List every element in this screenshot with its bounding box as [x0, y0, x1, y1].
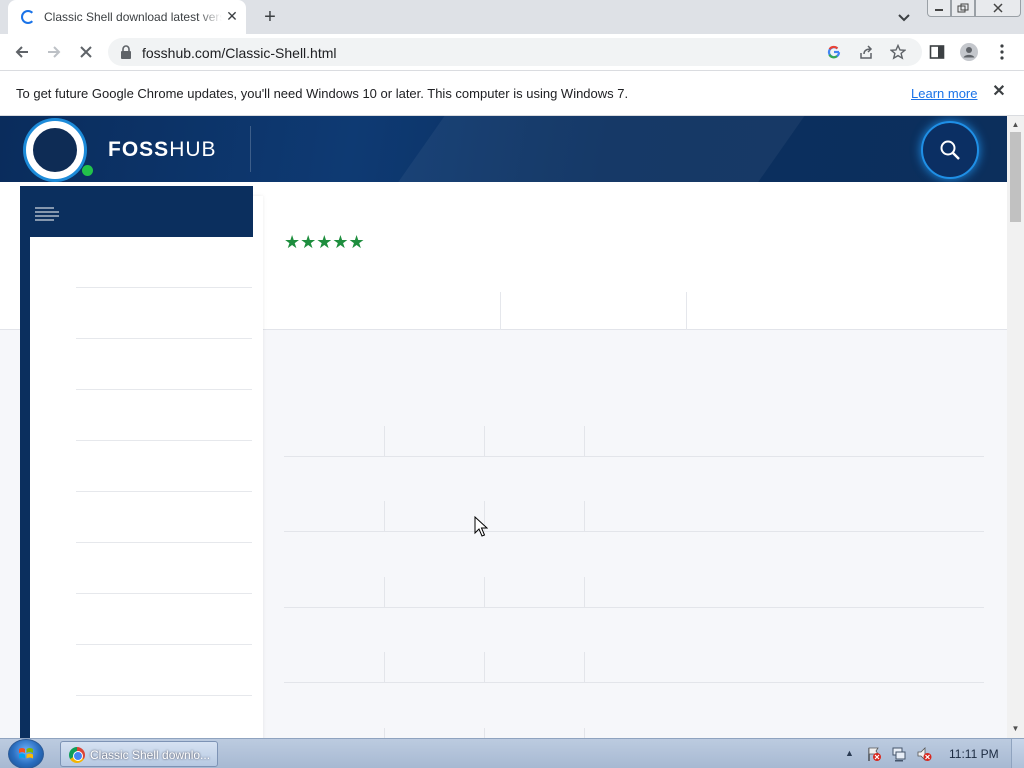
show-hidden-icons-icon[interactable]: ▲ — [845, 748, 854, 758]
tab-search-button[interactable] — [895, 8, 913, 26]
system-clock[interactable]: 11:11 PM — [949, 747, 999, 761]
table-column-divider — [584, 426, 585, 456]
table-column-divider — [384, 426, 385, 456]
table-column-divider — [484, 577, 485, 607]
address-bar[interactable]: fosshub.com/Classic-Shell.html — [108, 38, 922, 66]
browser-tab[interactable]: Classic Shell download latest version ✕ — [8, 0, 246, 34]
share-icon[interactable] — [858, 44, 874, 60]
taskbar-window-label: Classic Shell downlo... — [90, 748, 211, 762]
mouse-cursor-icon — [474, 516, 488, 537]
brand-bold: FOSS — [108, 138, 170, 161]
menu-item[interactable] — [76, 287, 252, 288]
profile-avatar-icon[interactable] — [960, 43, 978, 61]
menu-item[interactable] — [76, 389, 252, 390]
table-column-divider — [484, 652, 485, 682]
stop-loading-button[interactable] — [74, 40, 98, 64]
infobar-message: To get future Google Chrome updates, you… — [16, 86, 629, 101]
menu-item[interactable] — [76, 695, 252, 696]
table-column-divider — [484, 426, 485, 456]
window-controls — [927, 0, 1021, 18]
forward-button[interactable] — [42, 40, 66, 64]
side-menu-list — [30, 237, 253, 738]
site-search-button[interactable] — [921, 121, 979, 179]
side-panel-icon[interactable] — [928, 43, 946, 61]
table-column-divider — [384, 728, 385, 738]
table-column-divider — [584, 728, 585, 738]
site-brand[interactable]: FOSSHUB — [108, 138, 217, 162]
action-center-flag-icon[interactable] — [866, 746, 882, 762]
menu-kebab-icon[interactable] — [993, 43, 1011, 61]
menu-item[interactable] — [76, 338, 252, 339]
table-column-divider — [484, 728, 485, 738]
back-button[interactable] — [10, 40, 34, 64]
windows-logo-icon — [19, 748, 33, 759]
minimize-button[interactable] — [927, 0, 951, 17]
tab-strip: Classic Shell download latest version ✕ … — [0, 0, 1024, 34]
table-column-divider — [384, 652, 385, 682]
new-tab-button[interactable]: + — [258, 5, 282, 29]
logo-status-dot — [82, 165, 93, 176]
page-scrollbar[interactable]: ▲ ▼ — [1007, 116, 1024, 738]
tab-title: Classic Shell download latest version — [44, 10, 222, 24]
hamburger-menu-icon[interactable] — [34, 204, 60, 222]
scrollbar-thumb[interactable] — [1010, 132, 1021, 222]
summary-divider — [500, 292, 501, 330]
url-text[interactable]: fosshub.com/Classic-Shell.html — [142, 45, 337, 61]
loading-spinner-icon — [21, 10, 35, 24]
close-window-button[interactable] — [975, 0, 1021, 17]
chrome-icon — [69, 747, 85, 763]
network-icon[interactable] — [891, 746, 907, 762]
tab-close-icon[interactable]: ✕ — [224, 8, 240, 24]
restore-button[interactable] — [951, 0, 975, 17]
table-row — [284, 531, 984, 532]
menu-item[interactable] — [76, 440, 252, 441]
scroll-down-arrow-icon[interactable]: ▼ — [1011, 724, 1020, 733]
start-button[interactable] — [8, 739, 44, 768]
table-column-divider — [584, 652, 585, 682]
table-row — [284, 682, 984, 683]
site-header: FOSSHUB — [0, 116, 1007, 182]
learn-more-link[interactable]: Learn more — [911, 86, 977, 101]
header-decoration — [381, 116, 819, 182]
menu-item[interactable] — [76, 542, 252, 543]
bookmark-star-icon[interactable] — [890, 44, 906, 60]
infobar-close-icon[interactable]: ✕ — [991, 84, 1007, 100]
menu-item[interactable] — [76, 491, 252, 492]
rating-stars: ★★★★★ — [284, 232, 365, 252]
table-column-divider — [384, 501, 385, 531]
lock-icon[interactable] — [120, 45, 132, 59]
table-column-divider — [584, 501, 585, 531]
page-viewport: FOSSHUB ★★★★★ ▲ ▼ — [0, 116, 1024, 738]
table-column-divider — [584, 577, 585, 607]
google-translate-icon[interactable] — [826, 44, 842, 60]
volume-muted-icon[interactable] — [916, 746, 932, 762]
table-row — [284, 456, 984, 457]
table-row — [284, 607, 984, 608]
menu-item[interactable] — [76, 593, 252, 594]
fosshub-logo-icon[interactable] — [26, 121, 84, 179]
windows-taskbar: Classic Shell downlo... ▲ 11:11 PM — [0, 738, 1024, 768]
browser-toolbar: fosshub.com/Classic-Shell.html — [0, 34, 1024, 70]
chrome-update-infobar: To get future Google Chrome updates, you… — [0, 70, 1024, 116]
taskbar-chrome-window[interactable]: Classic Shell downlo... — [60, 741, 218, 767]
scroll-up-arrow-icon[interactable]: ▲ — [1011, 120, 1020, 129]
search-icon — [940, 140, 960, 160]
summary-divider — [686, 292, 687, 330]
table-column-divider — [384, 577, 385, 607]
brand-thin: HUB — [169, 138, 217, 161]
header-divider — [250, 126, 251, 172]
show-desktop-button[interactable] — [1011, 739, 1024, 768]
menu-item[interactable] — [76, 644, 252, 645]
